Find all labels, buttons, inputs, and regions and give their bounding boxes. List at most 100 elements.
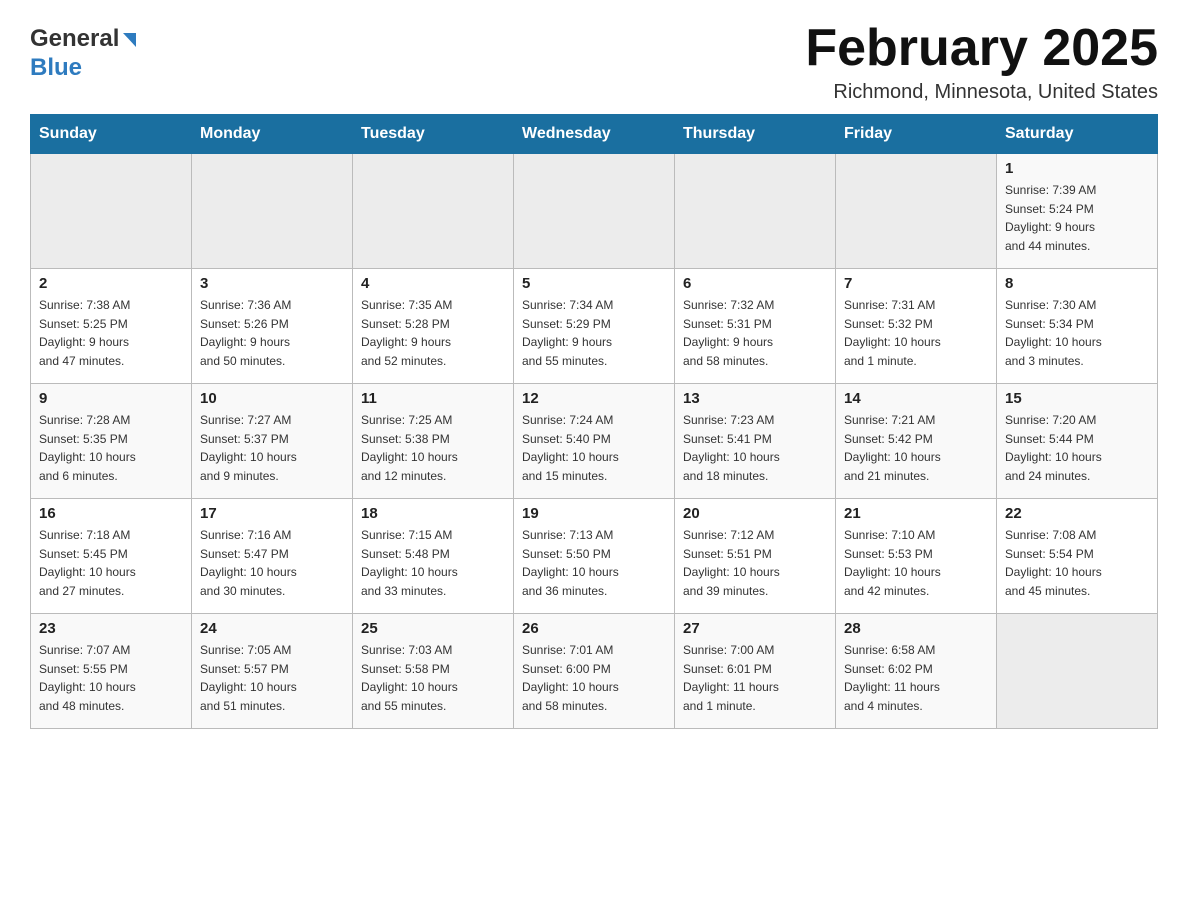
day-info: Sunrise: 7:35 AM Sunset: 5:28 PM Dayligh… [361, 296, 505, 370]
table-row: 3 Sunrise: 7:36 AM Sunset: 5:26 PM Daylig… [192, 269, 353, 384]
day-info: Sunrise: 7:23 AM Sunset: 5:41 PM Dayligh… [683, 411, 827, 485]
table-row: 17 Sunrise: 7:16 AM Sunset: 5:47 PM Dayli… [192, 499, 353, 614]
table-row [31, 154, 192, 269]
day-number: 26 [522, 620, 666, 637]
day-number: 3 [200, 275, 344, 292]
table-row: 10 Sunrise: 7:27 AM Sunset: 5:37 PM Dayli… [192, 384, 353, 499]
day-info: Sunrise: 7:13 AM Sunset: 5:50 PM Dayligh… [522, 526, 666, 600]
logo: General Blue [30, 20, 136, 83]
table-row: 18 Sunrise: 7:15 AM Sunset: 5:48 PM Dayli… [353, 499, 514, 614]
day-info: Sunrise: 7:10 AM Sunset: 5:53 PM Dayligh… [844, 526, 988, 600]
table-row: 19 Sunrise: 7:13 AM Sunset: 5:50 PM Dayli… [514, 499, 675, 614]
day-info: Sunrise: 7:28 AM Sunset: 5:35 PM Dayligh… [39, 411, 183, 485]
table-row [675, 154, 836, 269]
day-info: Sunrise: 7:30 AM Sunset: 5:34 PM Dayligh… [1005, 296, 1149, 370]
day-info: Sunrise: 7:18 AM Sunset: 5:45 PM Dayligh… [39, 526, 183, 600]
day-number: 9 [39, 390, 183, 407]
calendar-table: Sunday Monday Tuesday Wednesday Thursday… [30, 114, 1158, 729]
day-info: Sunrise: 7:15 AM Sunset: 5:48 PM Dayligh… [361, 526, 505, 600]
page-header: General Blue February 2025 Richmond, Min… [30, 20, 1158, 104]
table-row [192, 154, 353, 269]
table-row: 22Sunrise: 7:08 AM Sunset: 5:54 PM Dayli… [997, 499, 1158, 614]
table-row [836, 154, 997, 269]
calendar-week-row: 1Sunrise: 7:39 AM Sunset: 5:24 PM Daylig… [31, 154, 1158, 269]
header-friday: Friday [836, 115, 997, 154]
table-row: 5 Sunrise: 7:34 AM Sunset: 5:29 PM Daylig… [514, 269, 675, 384]
table-row: 24 Sunrise: 7:05 AM Sunset: 5:57 PM Dayli… [192, 614, 353, 729]
day-info: Sunrise: 7:24 AM Sunset: 5:40 PM Dayligh… [522, 411, 666, 485]
day-info: Sunrise: 7:03 AM Sunset: 5:58 PM Dayligh… [361, 641, 505, 715]
day-info: Sunrise: 7:21 AM Sunset: 5:42 PM Dayligh… [844, 411, 988, 485]
logo-blue-text: Blue [30, 54, 82, 83]
day-number: 13 [683, 390, 827, 407]
table-row: 20 Sunrise: 7:12 AM Sunset: 5:51 PM Dayli… [675, 499, 836, 614]
day-number: 5 [522, 275, 666, 292]
day-info: Sunrise: 7:38 AM Sunset: 5:25 PM Dayligh… [39, 296, 183, 370]
day-info: Sunrise: 7:05 AM Sunset: 5:57 PM Dayligh… [200, 641, 344, 715]
table-row: 13 Sunrise: 7:23 AM Sunset: 5:41 PM Dayli… [675, 384, 836, 499]
table-row: 11Sunrise: 7:25 AM Sunset: 5:38 PM Dayli… [353, 384, 514, 499]
day-number: 27 [683, 620, 827, 637]
day-number: 17 [200, 505, 344, 522]
day-info: Sunrise: 7:16 AM Sunset: 5:47 PM Dayligh… [200, 526, 344, 600]
table-row: 25 Sunrise: 7:03 AM Sunset: 5:58 PM Dayli… [353, 614, 514, 729]
table-row [514, 154, 675, 269]
day-number: 11 [361, 390, 505, 407]
table-row: 14 Sunrise: 7:21 AM Sunset: 5:42 PM Dayli… [836, 384, 997, 499]
day-number: 21 [844, 505, 988, 522]
day-info: Sunrise: 7:12 AM Sunset: 5:51 PM Dayligh… [683, 526, 827, 600]
day-info: Sunrise: 7:01 AM Sunset: 6:00 PM Dayligh… [522, 641, 666, 715]
header-wednesday: Wednesday [514, 115, 675, 154]
day-info: Sunrise: 7:07 AM Sunset: 5:55 PM Dayligh… [39, 641, 183, 715]
day-number: 25 [361, 620, 505, 637]
header-saturday: Saturday [997, 115, 1158, 154]
day-number: 7 [844, 275, 988, 292]
calendar-week-row: 16 Sunrise: 7:18 AM Sunset: 5:45 PM Dayli… [31, 499, 1158, 614]
table-row [997, 614, 1158, 729]
logo-general-text: General [30, 25, 136, 54]
day-number: 6 [683, 275, 827, 292]
day-number: 14 [844, 390, 988, 407]
day-number: 20 [683, 505, 827, 522]
table-row: 6 Sunrise: 7:32 AM Sunset: 5:31 PM Daylig… [675, 269, 836, 384]
table-row: 7Sunrise: 7:31 AM Sunset: 5:32 PM Daylig… [836, 269, 997, 384]
day-number: 10 [200, 390, 344, 407]
day-number: 24 [200, 620, 344, 637]
location-text: Richmond, Minnesota, United States [805, 81, 1158, 104]
table-row: 8 Sunrise: 7:30 AM Sunset: 5:34 PM Daylig… [997, 269, 1158, 384]
header-monday: Monday [192, 115, 353, 154]
table-row: 27 Sunrise: 7:00 AM Sunset: 6:01 PM Dayli… [675, 614, 836, 729]
day-number: 19 [522, 505, 666, 522]
calendar-week-row: 2 Sunrise: 7:38 AM Sunset: 5:25 PM Daylig… [31, 269, 1158, 384]
day-number: 23 [39, 620, 183, 637]
table-row: 28 Sunrise: 6:58 AM Sunset: 6:02 PM Dayli… [836, 614, 997, 729]
day-number: 2 [39, 275, 183, 292]
day-info: Sunrise: 7:27 AM Sunset: 5:37 PM Dayligh… [200, 411, 344, 485]
table-row: 12 Sunrise: 7:24 AM Sunset: 5:40 PM Dayli… [514, 384, 675, 499]
table-row: 23 Sunrise: 7:07 AM Sunset: 5:55 PM Dayli… [31, 614, 192, 729]
calendar-header-row: Sunday Monday Tuesday Wednesday Thursday… [31, 115, 1158, 154]
day-number: 28 [844, 620, 988, 637]
day-number: 18 [361, 505, 505, 522]
day-info: Sunrise: 7:32 AM Sunset: 5:31 PM Dayligh… [683, 296, 827, 370]
day-number: 16 [39, 505, 183, 522]
day-info: Sunrise: 7:34 AM Sunset: 5:29 PM Dayligh… [522, 296, 666, 370]
table-row: 2 Sunrise: 7:38 AM Sunset: 5:25 PM Daylig… [31, 269, 192, 384]
header-tuesday: Tuesday [353, 115, 514, 154]
day-number: 15 [1005, 390, 1149, 407]
day-number: 1 [1005, 160, 1149, 177]
table-row: 9 Sunrise: 7:28 AM Sunset: 5:35 PM Daylig… [31, 384, 192, 499]
table-row: 21 Sunrise: 7:10 AM Sunset: 5:53 PM Dayli… [836, 499, 997, 614]
table-row: 1Sunrise: 7:39 AM Sunset: 5:24 PM Daylig… [997, 154, 1158, 269]
day-info: Sunrise: 6:58 AM Sunset: 6:02 PM Dayligh… [844, 641, 988, 715]
day-number: 12 [522, 390, 666, 407]
table-row: 4Sunrise: 7:35 AM Sunset: 5:28 PM Daylig… [353, 269, 514, 384]
day-info: Sunrise: 7:08 AM Sunset: 5:54 PM Dayligh… [1005, 526, 1149, 600]
table-row: 26 Sunrise: 7:01 AM Sunset: 6:00 PM Dayli… [514, 614, 675, 729]
day-info: Sunrise: 7:20 AM Sunset: 5:44 PM Dayligh… [1005, 411, 1149, 485]
day-number: 8 [1005, 275, 1149, 292]
day-info: Sunrise: 7:36 AM Sunset: 5:26 PM Dayligh… [200, 296, 344, 370]
day-info: Sunrise: 7:00 AM Sunset: 6:01 PM Dayligh… [683, 641, 827, 715]
header-thursday: Thursday [675, 115, 836, 154]
table-row: 15 Sunrise: 7:20 AM Sunset: 5:44 PM Dayli… [997, 384, 1158, 499]
